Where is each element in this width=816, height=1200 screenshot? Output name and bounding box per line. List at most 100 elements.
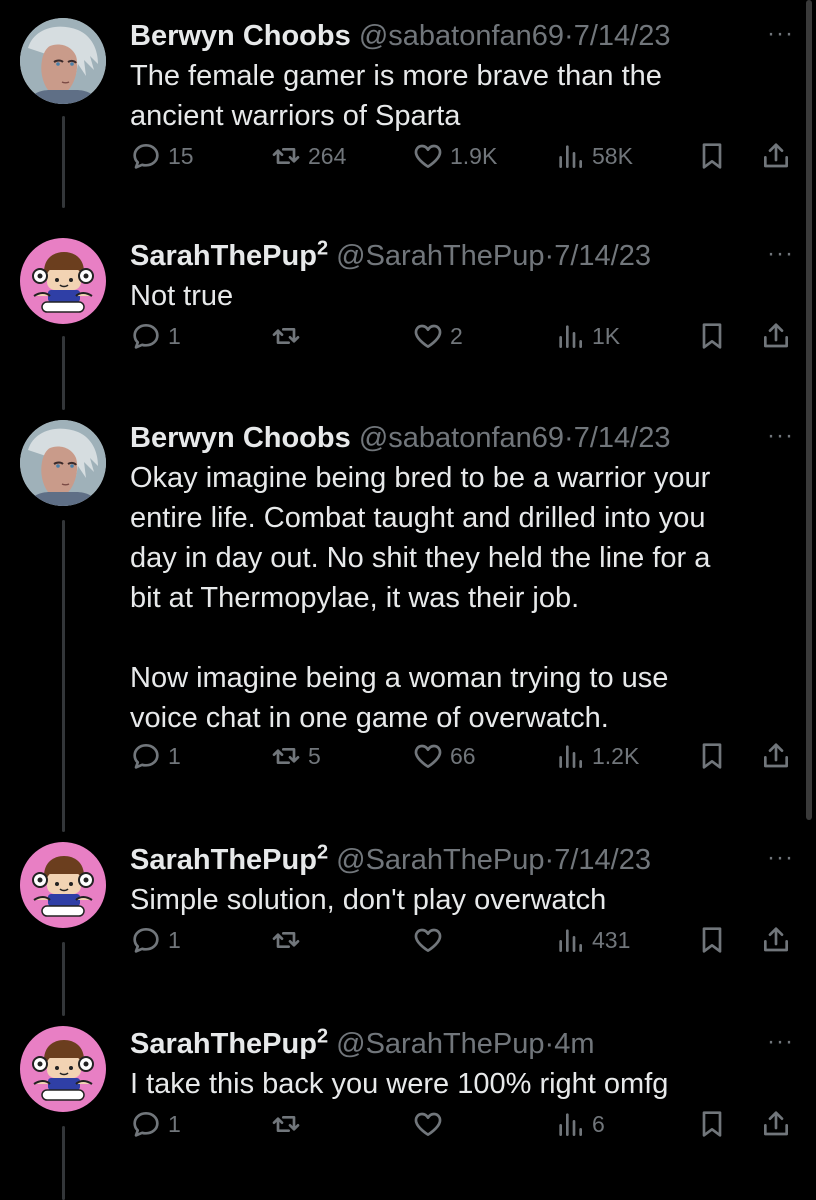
timestamp[interactable]: 7/14/23 bbox=[574, 20, 671, 52]
retweets-count: 264 bbox=[308, 142, 347, 169]
tweet[interactable]: SarahThePup2 @SarahThePup·7/14/23 ··· Simp… bbox=[0, 842, 816, 962]
heart-icon bbox=[412, 140, 444, 172]
views-count: 6 bbox=[592, 1110, 605, 1137]
timestamp[interactable]: 4m bbox=[554, 1028, 594, 1060]
retweet-button[interactable] bbox=[270, 318, 302, 354]
timestamp[interactable]: 7/14/23 bbox=[554, 240, 651, 272]
display-name[interactable]: SarahThePup bbox=[130, 844, 317, 876]
replies-count: 1 bbox=[168, 1110, 181, 1137]
tweet-header: Berwyn Choobs @sabatonfan69·7/14/23 bbox=[130, 420, 670, 456]
views-button[interactable]: 1.2K bbox=[554, 738, 639, 774]
reply-icon bbox=[130, 1108, 162, 1140]
sarah-avatar-image bbox=[20, 1026, 106, 1112]
avatar[interactable] bbox=[20, 1026, 106, 1112]
separator-dot: · bbox=[564, 422, 574, 454]
like-button[interactable] bbox=[412, 922, 444, 958]
tweet-actions: 1 2 1K bbox=[130, 318, 800, 354]
retweet-button[interactable] bbox=[270, 1106, 302, 1142]
scrollbar[interactable] bbox=[806, 0, 812, 820]
views-button[interactable]: 58K bbox=[554, 138, 633, 174]
views-count: 1.2K bbox=[592, 742, 640, 769]
display-name-superscript: 2 bbox=[316, 841, 329, 864]
avatar[interactable] bbox=[20, 420, 106, 506]
views-chart-icon bbox=[554, 140, 586, 172]
share-icon bbox=[760, 924, 792, 956]
bookmark-button[interactable] bbox=[696, 138, 728, 174]
share-button[interactable] bbox=[760, 1106, 792, 1142]
more-options-icon[interactable]: ··· bbox=[767, 846, 794, 870]
user-handle[interactable]: @SarahThePup bbox=[336, 1028, 544, 1060]
likes-count: 1.9K bbox=[450, 142, 498, 169]
bookmark-button[interactable] bbox=[696, 1106, 728, 1142]
reply-icon bbox=[130, 924, 162, 956]
bookmark-icon bbox=[696, 924, 728, 956]
heart-icon bbox=[412, 740, 444, 772]
likes-count: 66 bbox=[450, 742, 476, 769]
heart-icon bbox=[412, 924, 444, 956]
reply-button[interactable]: 1 bbox=[130, 318, 181, 354]
like-button[interactable]: 2 bbox=[412, 318, 463, 354]
retweet-button[interactable]: 264 bbox=[270, 138, 346, 174]
user-handle[interactable]: @sabatonfan69 bbox=[359, 20, 564, 52]
separator-dot: · bbox=[544, 844, 555, 876]
more-options-icon[interactable]: ··· bbox=[767, 1030, 794, 1054]
bookmark-button[interactable] bbox=[696, 318, 728, 354]
views-count: 58K bbox=[592, 142, 633, 169]
bookmark-button[interactable] bbox=[696, 922, 728, 958]
share-button[interactable] bbox=[760, 922, 792, 958]
retweet-button[interactable]: 5 bbox=[270, 738, 321, 774]
share-button[interactable] bbox=[760, 318, 792, 354]
avatar[interactable] bbox=[20, 842, 106, 928]
retweet-icon bbox=[270, 140, 302, 172]
bookmark-button[interactable] bbox=[696, 738, 728, 774]
timestamp[interactable]: 7/14/23 bbox=[554, 844, 651, 876]
reply-icon bbox=[130, 320, 162, 352]
tweet[interactable]: SarahThePup2 @SarahThePup·7/14/23 ··· Not … bbox=[0, 238, 816, 358]
reply-icon bbox=[130, 740, 162, 772]
tweet-text: Okay imagine being bred to be a warrior … bbox=[130, 462, 711, 734]
more-options-icon[interactable]: ··· bbox=[767, 424, 794, 448]
display-name[interactable]: Berwyn Choobs bbox=[130, 20, 351, 52]
avatar[interactable] bbox=[20, 18, 106, 104]
retweet-icon bbox=[270, 320, 302, 352]
reply-button[interactable]: 15 bbox=[130, 138, 194, 174]
retweet-icon bbox=[270, 740, 302, 772]
share-icon bbox=[760, 740, 792, 772]
berwyn-avatar-image bbox=[20, 18, 106, 104]
user-handle[interactable]: @sabatonfan69 bbox=[359, 422, 564, 454]
views-button[interactable]: 1K bbox=[554, 318, 620, 354]
user-handle[interactable]: @SarahThePup bbox=[336, 844, 544, 876]
share-button[interactable] bbox=[760, 138, 792, 174]
bookmark-icon bbox=[696, 320, 728, 352]
display-name[interactable]: SarahThePup bbox=[130, 1028, 317, 1060]
bookmark-icon bbox=[696, 1108, 728, 1140]
heart-icon bbox=[412, 1108, 444, 1140]
tweet[interactable]: SarahThePup2 @SarahThePup·4m ··· I take th… bbox=[0, 1026, 816, 1146]
heart-icon bbox=[412, 320, 444, 352]
share-icon bbox=[760, 140, 792, 172]
tweet-actions: 1 431 bbox=[130, 922, 800, 958]
like-button[interactable] bbox=[412, 1106, 444, 1142]
tweet-actions: 15 264 1.9K 58K bbox=[130, 138, 800, 174]
display-name[interactable]: SarahThePup bbox=[130, 240, 317, 272]
share-icon bbox=[760, 1108, 792, 1140]
reply-button[interactable]: 1 bbox=[130, 1106, 181, 1142]
more-options-icon[interactable]: ··· bbox=[767, 242, 794, 266]
views-button[interactable]: 431 bbox=[554, 922, 630, 958]
separator-dot: · bbox=[544, 240, 555, 272]
tweet-text: The female gamer is more brave than the … bbox=[130, 60, 662, 132]
reply-button[interactable]: 1 bbox=[130, 922, 181, 958]
reply-button[interactable]: 1 bbox=[130, 738, 181, 774]
tweet[interactable]: Berwyn Choobs @sabatonfan69·7/14/23 ··· Th… bbox=[0, 18, 816, 178]
like-button[interactable]: 1.9K bbox=[412, 138, 497, 174]
retweet-button[interactable] bbox=[270, 922, 302, 958]
views-button[interactable]: 6 bbox=[554, 1106, 605, 1142]
timestamp[interactable]: 7/14/23 bbox=[574, 422, 671, 454]
avatar[interactable] bbox=[20, 238, 106, 324]
display-name[interactable]: Berwyn Choobs bbox=[130, 422, 351, 454]
user-handle[interactable]: @SarahThePup bbox=[336, 240, 544, 272]
share-button[interactable] bbox=[760, 738, 792, 774]
like-button[interactable]: 66 bbox=[412, 738, 476, 774]
more-options-icon[interactable]: ··· bbox=[767, 22, 794, 46]
tweet[interactable]: Berwyn Choobs @sabatonfan69·7/14/23 ··· Ok… bbox=[0, 420, 816, 778]
